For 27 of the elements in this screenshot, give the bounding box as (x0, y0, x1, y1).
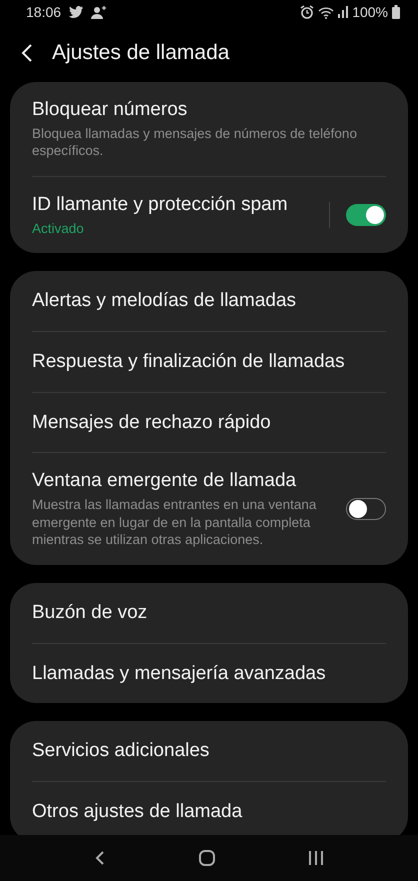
battery-percent: 100% (352, 2, 388, 22)
signal-icon (338, 6, 348, 18)
setting-title[interactable]: Ventana emergente de llamada (32, 469, 330, 494)
wifi-icon (318, 6, 334, 18)
setting-title[interactable]: Otros ajustes de llamada (32, 800, 386, 824)
toggle-switch[interactable] (346, 498, 386, 520)
page-title: Ajustes de llamada (52, 40, 230, 66)
recent-apps-button[interactable] (308, 850, 324, 866)
setting-title[interactable]: Llamadas y mensajería avanzadas (32, 662, 386, 686)
setting-title[interactable]: Mensajes de rechazo rápido (32, 410, 386, 434)
setting-title[interactable]: Alertas y melodías de llamadas (32, 289, 386, 313)
setting-title[interactable]: Servicios adicionales (32, 739, 386, 764)
alarm-icon (300, 5, 314, 19)
back-button[interactable] (94, 849, 106, 867)
setting-description: Muestra las llamadas entrantes en una ventana emergente en lugar de en la pantalla completa mientras se utilizan otras aplicaciones. (32, 496, 318, 549)
setting-status: Activado (32, 220, 85, 238)
setting-title[interactable]: Bloquear números (32, 98, 386, 122)
home-button[interactable] (198, 849, 216, 867)
setting-description: Bloquea llamadas y mensajes de números de teléfono específicos. (32, 124, 358, 160)
setting-title[interactable]: Buzón de voz (32, 600, 386, 625)
battery-icon (392, 5, 400, 19)
setting-title[interactable]: ID llamante y protección spam (32, 192, 313, 217)
status-time: 18:06 (26, 2, 62, 22)
bird-icon (69, 6, 84, 18)
person-add-icon (91, 6, 108, 18)
toggle-switch[interactable] (346, 204, 386, 226)
setting-title[interactable]: Respuesta y finalización de llamadas (32, 350, 386, 374)
